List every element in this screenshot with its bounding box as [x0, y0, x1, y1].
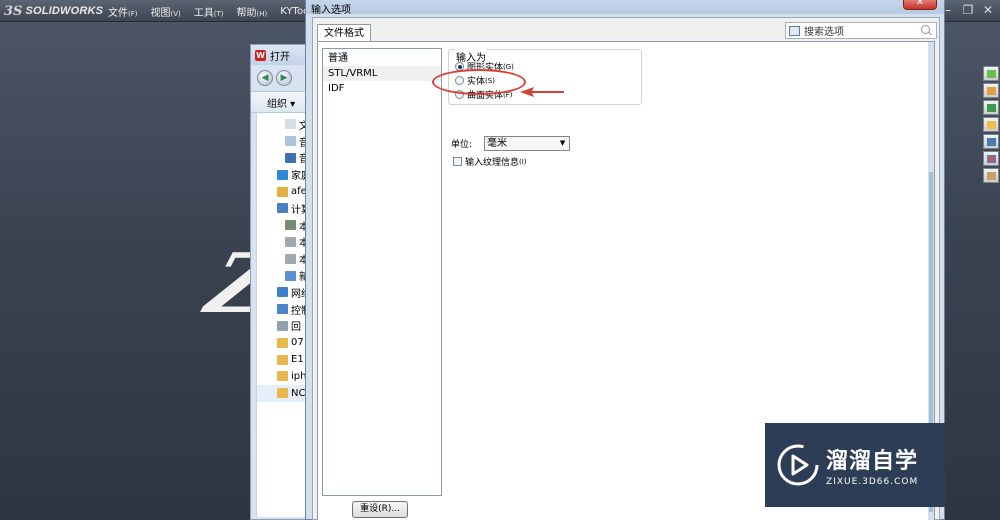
dialog-titlebar: 输入选项 ✕	[306, 0, 944, 16]
folder-icon	[986, 120, 996, 129]
ds-logo-icon: 3S	[4, 3, 23, 19]
menu-hotkey: (T)	[213, 9, 224, 18]
solidworks-logo[interactable]: 3S SOLIDWORKS	[4, 3, 103, 19]
radio-hotkey: (G)	[503, 62, 514, 71]
menu-hotkey: (H)	[256, 9, 268, 18]
menu-2[interactable]: 视图(V)	[151, 4, 181, 19]
unit-label: 单位:	[451, 140, 473, 150]
search-options-field[interactable]: 搜索选项	[785, 22, 937, 39]
menu-hotkey: (F)	[128, 9, 138, 18]
view-palette-icon	[986, 137, 996, 146]
home-icon	[986, 86, 996, 95]
task-pane-explorer-button[interactable]	[983, 117, 999, 132]
nav-item-icon	[277, 320, 288, 331]
nav-item-icon	[277, 337, 288, 348]
forward-arrow-icon[interactable]: ▶	[276, 70, 292, 86]
restore-button[interactable]: ❐	[962, 3, 974, 17]
import-texture-hotkey: (I)	[519, 157, 527, 166]
task-pane-appearances-button[interactable]	[983, 151, 999, 166]
import-texture-label: 输入纹理信息	[465, 158, 520, 168]
nav-item-label: NC	[291, 387, 306, 399]
nav-item-label: 07	[291, 337, 304, 349]
appearances-icon	[986, 154, 996, 163]
category-item-idf[interactable]: IDF	[323, 81, 441, 96]
solidworks-wordmark: SOLIDWORKS	[25, 5, 104, 17]
task-pane-resources-button[interactable]	[983, 66, 999, 81]
menu-label: 视图	[150, 7, 171, 19]
watermark-text: 溜溜自学 ZIXUE.3D66.COM	[826, 443, 918, 487]
play-logo-icon	[777, 444, 819, 486]
task-pane	[983, 66, 1000, 183]
task-pane-view-palette-button[interactable]	[983, 134, 999, 149]
dialog-close-button[interactable]: ✕	[903, 0, 937, 10]
nav-item-icon	[277, 203, 288, 214]
nav-item-label: 回	[291, 322, 301, 334]
import-texture-checkbox[interactable]	[453, 157, 462, 166]
search-icon[interactable]	[920, 24, 932, 37]
chevron-down-icon[interactable]: ▼	[558, 138, 567, 149]
nav-item-icon	[285, 236, 296, 247]
menu-hotkey: (V)	[170, 9, 181, 18]
menu-bar: 文件(F) 视图(V) 工具(T) 帮助(H) KYTool	[108, 0, 325, 22]
reset-button[interactable]: 重设(R)...	[352, 501, 408, 518]
menu-1[interactable]: 文件(F)	[108, 4, 138, 19]
tab-file-format[interactable]: 文件格式	[317, 24, 371, 42]
task-pane-library-button[interactable]	[983, 100, 999, 115]
nav-item-icon	[285, 253, 296, 264]
menu-3[interactable]: 工具(T)	[194, 4, 224, 19]
unit-row: 单位: 毫米 ▼	[451, 136, 571, 151]
nav-item-icon	[285, 270, 296, 281]
category-item-general[interactable]: 普通	[323, 51, 441, 66]
nav-item-icon	[277, 354, 288, 365]
nav-item-icon	[285, 119, 296, 130]
import-texture-row[interactable]: 输入纹理信息 (I)	[453, 155, 527, 168]
menu-label: 文件	[108, 7, 128, 19]
custom-properties-icon	[986, 171, 996, 180]
back-arrow-icon[interactable]: ◀	[257, 70, 273, 86]
annotation-arrow-icon	[520, 87, 564, 97]
category-item-stl-vrml[interactable]: STL/VRML	[323, 66, 441, 81]
menu-label: 帮助	[236, 7, 257, 19]
options-list-icon	[789, 25, 800, 36]
annotation-highlight-ellipse	[432, 69, 526, 95]
task-pane-home-button[interactable]	[983, 83, 999, 98]
nav-item-icon	[277, 169, 288, 180]
task-pane-custom-props-button[interactable]	[983, 168, 999, 183]
open-window-title: 打开	[270, 51, 290, 63]
watermark-url: ZIXUE.3D66.COM	[826, 477, 919, 487]
nav-item-icon	[285, 136, 296, 147]
window-controls: – ❐ ✕	[942, 3, 994, 17]
nav-item-icon	[285, 152, 296, 163]
nav-item-icon	[285, 220, 296, 231]
menu-4[interactable]: 帮助(H)	[237, 4, 268, 19]
library-icon	[986, 103, 996, 112]
solidworks-app-icon: W	[255, 49, 266, 61]
category-list: 普通 STL/VRML IDF	[322, 48, 442, 496]
nav-item-icon	[277, 287, 288, 298]
dialog-title: 输入选项	[311, 5, 351, 16]
unit-value: 毫米	[487, 138, 508, 149]
watermark-badge: 溜溜自学 ZIXUE.3D66.COM	[765, 423, 945, 507]
menu-label: 工具	[193, 7, 214, 19]
nav-item-icon	[277, 388, 288, 399]
close-app-button[interactable]: ✕	[982, 3, 994, 17]
nav-item-label: E1	[291, 354, 304, 366]
nav-item-icon	[277, 371, 288, 382]
nav-item-icon	[277, 304, 288, 315]
resources-icon	[986, 69, 996, 78]
unit-select[interactable]: 毫米 ▼	[484, 136, 571, 151]
search-options-placeholder[interactable]: 搜索选项	[804, 23, 920, 38]
nav-item-icon	[277, 186, 288, 197]
watermark-title: 溜溜自学	[826, 449, 919, 474]
